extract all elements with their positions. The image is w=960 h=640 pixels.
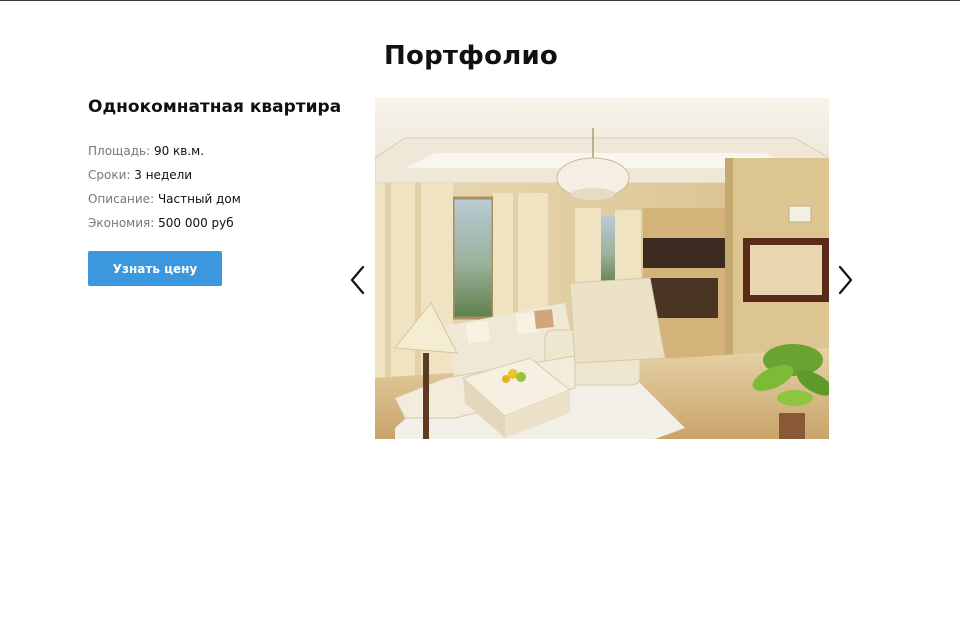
slider-prev-button[interactable] <box>348 263 368 297</box>
detail-value: 90 кв.м. <box>153 144 205 158</box>
chevron-right-icon <box>838 265 853 295</box>
living-room-image <box>375 98 829 439</box>
detail-label: Площадь: <box>88 144 151 158</box>
detail-description: Описание: Частный дом <box>88 187 338 211</box>
detail-value: Частный дом <box>157 192 241 206</box>
slider-next-button[interactable] <box>835 263 855 297</box>
detail-label: Описание: <box>88 192 155 206</box>
detail-value: 500 000 руб <box>158 216 234 230</box>
project-info: Однокомнатная квартира Площадь: 90 кв.м.… <box>88 97 342 286</box>
detail-savings: Экономия: 500 000 руб <box>88 211 338 235</box>
page-title: Портфолио <box>384 40 558 71</box>
get-price-button[interactable]: Узнать цену <box>88 251 222 286</box>
detail-duration: Сроки: 3 недели <box>88 163 338 187</box>
chevron-left-icon <box>350 265 365 295</box>
project-photo <box>375 98 829 439</box>
detail-label: Сроки: <box>88 168 131 182</box>
detail-area: Площадь: 90 кв.м. <box>88 139 338 163</box>
detail-label: Экономия: <box>88 216 155 230</box>
detail-value: 3 недели <box>134 168 193 182</box>
portfolio-section: Портфолио Однокомнатная квартира Площадь… <box>0 0 960 640</box>
project-title: Однокомнатная квартира <box>88 97 342 117</box>
